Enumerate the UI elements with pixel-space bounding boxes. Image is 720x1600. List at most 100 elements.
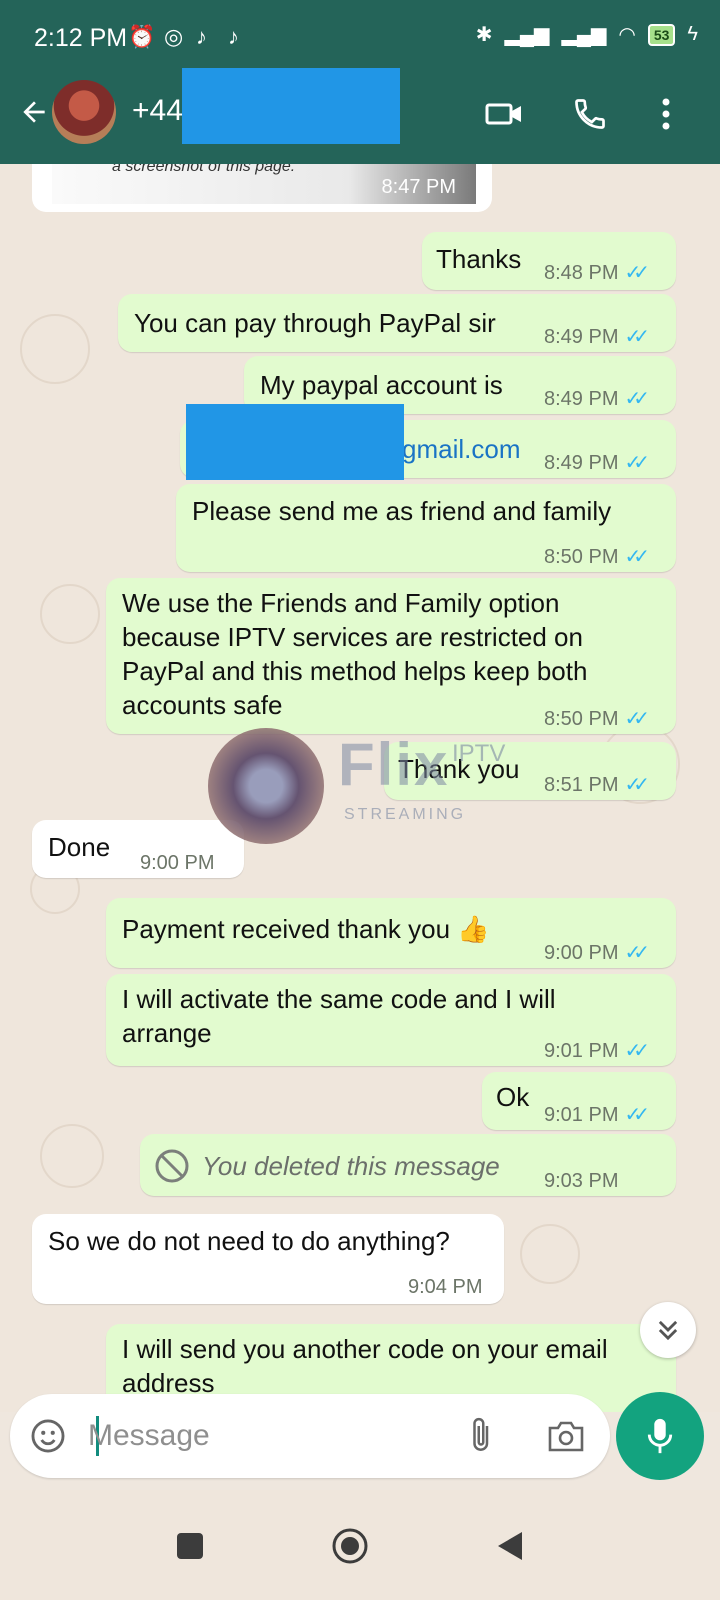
back-button[interactable] bbox=[480, 1516, 540, 1576]
status-time: 2:12 PM bbox=[34, 24, 128, 52]
blocked-icon bbox=[155, 1149, 189, 1183]
message-time: 9:04 PM bbox=[408, 1276, 483, 1298]
double-check-icon: ✓✓ bbox=[624, 452, 649, 474]
message-time: 8:50 PM bbox=[544, 708, 619, 730]
emoji-icon[interactable] bbox=[26, 1414, 70, 1458]
wallpaper-doodle bbox=[20, 314, 90, 384]
message-bubble[interactable]: Thanks 8:48 PM ✓✓ bbox=[422, 232, 676, 290]
watermark-sub: STREAMING bbox=[344, 806, 467, 823]
contact-name[interactable]: +44 bbox=[132, 94, 183, 128]
mic-button[interactable] bbox=[616, 1392, 704, 1480]
double-check-icon: ✓✓ bbox=[624, 942, 649, 964]
message-text: My paypal account is bbox=[260, 370, 503, 400]
square-icon bbox=[177, 1533, 203, 1559]
home-button[interactable] bbox=[320, 1516, 380, 1576]
message-meta: 9:00 PM bbox=[140, 846, 214, 880]
chevron-double-down-icon bbox=[658, 1320, 678, 1341]
app-bar: 2:12 PM ⏰ ◎ ♪ ♪ ✱ ▂▄▆ ▂▄▆ ◠ 53 ϟ +44 bbox=[0, 0, 720, 164]
avatar[interactable] bbox=[52, 80, 116, 144]
message-bubble[interactable]: You deleted this message 9:03 PM bbox=[140, 1134, 676, 1196]
wallpaper-doodle bbox=[40, 584, 100, 644]
message-meta: 9:01 PM ✓✓ bbox=[544, 1098, 650, 1132]
circle-icon bbox=[332, 1528, 368, 1564]
signal-icon: ▂▄▆ bbox=[504, 24, 550, 46]
image-thumbnail[interactable]: a screenshot of this page. 8:47 PM bbox=[52, 164, 476, 204]
camera-icon[interactable] bbox=[544, 1414, 588, 1458]
message-meta: 8:49 PM ✓✓ bbox=[544, 382, 650, 416]
back-arrow-icon[interactable] bbox=[12, 90, 56, 134]
instagram-icon: ◎ bbox=[164, 24, 184, 49]
message-composer bbox=[10, 1394, 610, 1478]
deleted-message: You deleted this message bbox=[154, 1148, 500, 1184]
battery-icon: 53 bbox=[647, 23, 676, 46]
double-check-icon: ✓✓ bbox=[624, 1040, 649, 1062]
message-bubble[interactable]: So we do not need to do anything? 9:04 P… bbox=[32, 1214, 504, 1304]
message-meta: 8:50 PM ✓✓ bbox=[544, 702, 650, 736]
wifi-icon: ◠ bbox=[618, 24, 636, 46]
message-meta: 8:50 PM ✓✓ bbox=[544, 540, 650, 574]
voice-call-icon[interactable] bbox=[566, 90, 614, 138]
message-text: Payment received thank you 👍 bbox=[122, 914, 490, 944]
message-text: You can pay through PayPal sir bbox=[134, 308, 496, 338]
more-vert-icon[interactable] bbox=[642, 90, 690, 138]
message-bubble[interactable]: I will activate the same code and I will… bbox=[106, 974, 676, 1066]
triangle-back-icon bbox=[498, 1532, 522, 1560]
double-check-icon: ✓✓ bbox=[624, 262, 649, 284]
message-bubble[interactable]: Payment received thank you 👍 9:00 PM ✓✓ bbox=[106, 898, 676, 968]
message-meta: 8:49 PM ✓✓ bbox=[544, 320, 650, 354]
message-time: 8:49 PM bbox=[544, 326, 619, 348]
video-call-icon[interactable] bbox=[480, 90, 528, 138]
image-message[interactable]: a screenshot of this page. 8:47 PM bbox=[32, 164, 492, 212]
message-bubble[interactable]: You can pay through PayPal sir 8:49 PM ✓✓ bbox=[118, 294, 676, 352]
message-bubble[interactable]: Ok 9:01 PM ✓✓ bbox=[482, 1072, 676, 1130]
message-time: 8:48 PM bbox=[544, 262, 619, 284]
recents-button[interactable] bbox=[160, 1516, 220, 1576]
message-text: So we do not need to do anything? bbox=[48, 1226, 450, 1256]
message-bubble[interactable]: Done 9:00 PM bbox=[32, 820, 244, 878]
message-meta: 8:49 PM ✓✓ bbox=[544, 446, 650, 480]
bluetooth-icon: ✱ bbox=[475, 24, 493, 46]
message-text: Thank you bbox=[398, 754, 520, 784]
message-meta: 8:48 PM ✓✓ bbox=[544, 256, 650, 290]
message-time: 8:50 PM bbox=[544, 546, 619, 568]
chat-header: +44 bbox=[0, 68, 720, 164]
status-right: ✱ ▂▄▆ ▂▄▆ ◠ 53 ϟ bbox=[476, 22, 698, 47]
signal-icon: ▂▄▆ bbox=[561, 24, 607, 46]
double-check-icon: ✓✓ bbox=[624, 1104, 649, 1126]
attach-icon[interactable] bbox=[460, 1414, 504, 1458]
double-check-icon: ✓✓ bbox=[624, 326, 649, 348]
message-bubble[interactable]: We use the Friends and Family option bec… bbox=[106, 578, 676, 734]
battery-level: 53 bbox=[653, 26, 670, 43]
charging-icon: ϟ bbox=[687, 23, 698, 45]
message-text: You deleted this message bbox=[202, 1151, 500, 1181]
wallpaper-doodle bbox=[520, 1224, 580, 1284]
redacted-block bbox=[186, 404, 404, 480]
message-text: Done bbox=[48, 832, 111, 862]
wallpaper-doodle bbox=[40, 1124, 104, 1188]
message-time: 8:49 PM bbox=[544, 388, 619, 410]
message-text: Thanks bbox=[436, 244, 522, 274]
app-icon: ♪ bbox=[228, 24, 239, 49]
message-bubble[interactable]: Please send me as friend and family 8:50… bbox=[176, 484, 676, 572]
scroll-to-bottom-button[interactable] bbox=[640, 1302, 696, 1358]
message-time: 9:03 PM bbox=[544, 1170, 619, 1192]
message-time: 8:49 PM bbox=[544, 452, 619, 474]
double-check-icon: ✓✓ bbox=[624, 708, 649, 730]
message-text: Ok bbox=[496, 1082, 530, 1112]
message-time: 8:47 PM bbox=[381, 176, 456, 198]
message-meta: 9:03 PM bbox=[544, 1164, 618, 1198]
message-time: 8:51 PM bbox=[544, 774, 619, 796]
double-check-icon: ✓✓ bbox=[624, 388, 649, 410]
message-time: 9:00 PM bbox=[544, 942, 619, 964]
mic-icon bbox=[647, 1418, 673, 1454]
status-bar: 2:12 PM ⏰ ◎ ♪ ♪ ✱ ▂▄▆ ▂▄▆ ◠ 53 ϟ bbox=[0, 0, 720, 72]
image-caption: a screenshot of this page. bbox=[112, 164, 296, 175]
message-meta: 8:51 PM ✓✓ bbox=[544, 768, 650, 802]
message-time: 9:00 PM bbox=[140, 852, 215, 874]
message-input[interactable] bbox=[88, 1414, 448, 1458]
email-link[interactable]: gmail.com bbox=[402, 432, 520, 466]
message-bubble[interactable]: Thank you 8:51 PM ✓✓ bbox=[384, 742, 676, 800]
message-time: 9:01 PM bbox=[544, 1104, 619, 1126]
chat-area[interactable]: a screenshot of this page. 8:47 PM Thank… bbox=[0, 164, 720, 1412]
redacted-block bbox=[182, 68, 400, 144]
